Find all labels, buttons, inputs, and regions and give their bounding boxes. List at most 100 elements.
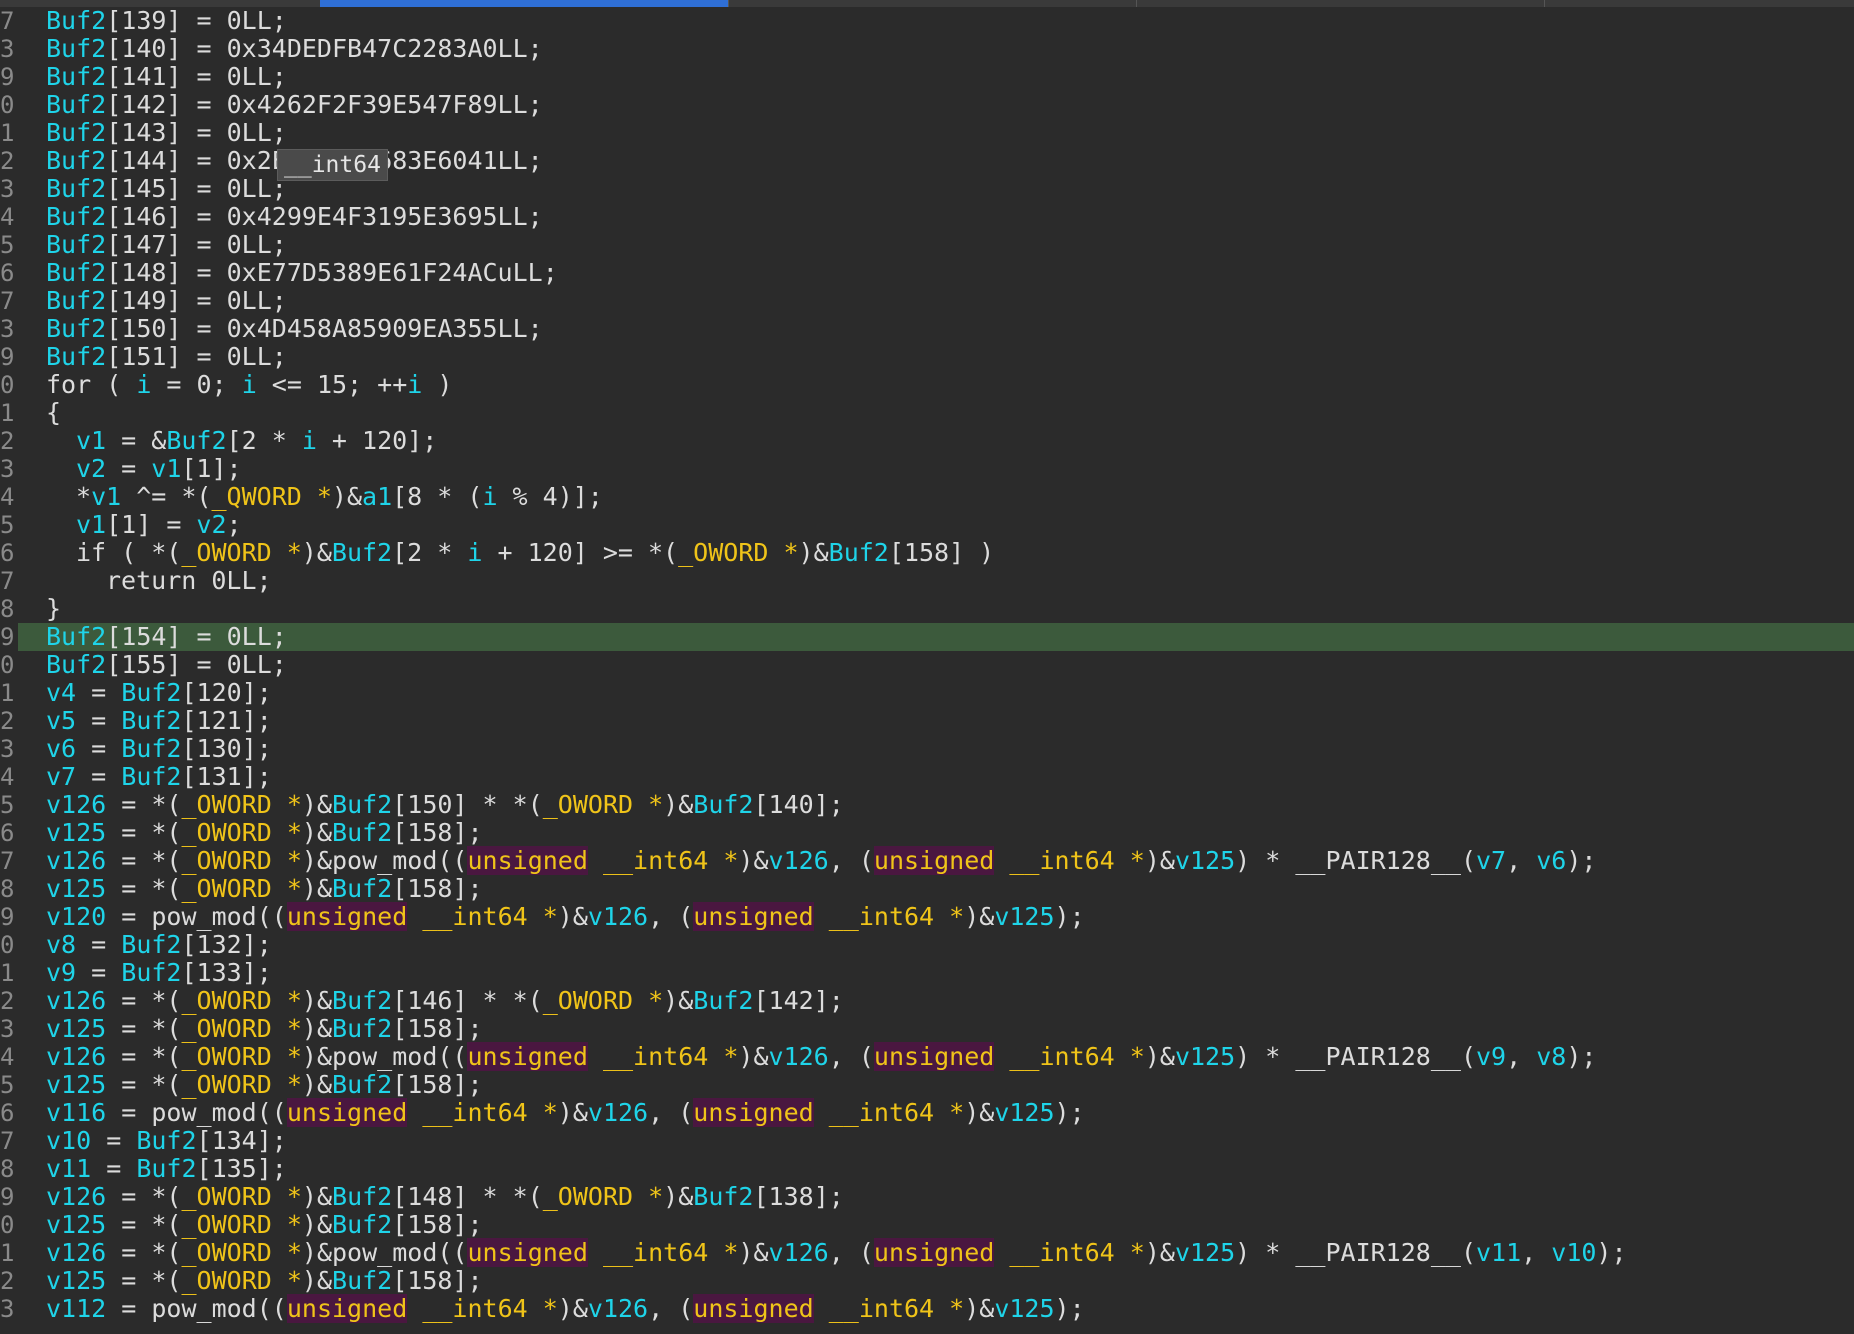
identifier-token[interactable]: Buf2: [46, 62, 106, 91]
identifier-token[interactable]: Buf2: [46, 342, 106, 371]
identifier-token[interactable]: v125: [1175, 846, 1235, 875]
identifier-token[interactable]: Buf2: [46, 650, 106, 679]
identifier-token[interactable]: v126: [588, 1294, 648, 1323]
identifier-token[interactable]: v7: [1476, 846, 1506, 875]
code-line[interactable]: for ( i = 0; i <= 15; ++i ): [18, 371, 1854, 399]
identifier-token[interactable]: v10: [1551, 1238, 1596, 1267]
identifier-token[interactable]: v125: [1175, 1238, 1235, 1267]
code-line[interactable]: *v1 ^= *(_QWORD *)&a1[8 * (i % 4)];: [18, 483, 1854, 511]
identifier-token[interactable]: Buf2: [693, 1182, 753, 1211]
identifier-token[interactable]: v125: [994, 1294, 1054, 1323]
identifier-token[interactable]: v8: [46, 930, 76, 959]
identifier-token[interactable]: Buf2: [829, 538, 889, 567]
code-line[interactable]: {: [18, 399, 1854, 427]
identifier-token[interactable]: Buf2: [332, 874, 392, 903]
code-line[interactable]: v6 = Buf2[130];: [18, 735, 1854, 763]
identifier-token[interactable]: Buf2: [121, 930, 181, 959]
identifier-token[interactable]: Buf2: [46, 174, 106, 203]
identifier-token[interactable]: Buf2: [46, 90, 106, 119]
identifier-token[interactable]: i: [242, 370, 257, 399]
identifier-token[interactable]: Buf2: [332, 790, 392, 819]
code-line[interactable]: v126 = *(_OWORD *)&Buf2[150] * *(_OWORD …: [18, 791, 1854, 819]
identifier-token[interactable]: v126: [46, 986, 106, 1015]
identifier-token[interactable]: v5: [46, 706, 76, 735]
code-line[interactable]: v112 = pow_mod((unsigned __int64 *)&v126…: [18, 1294, 1854, 1323]
code-line[interactable]: v125 = *(_OWORD *)&Buf2[158];: [18, 875, 1854, 903]
identifier-token[interactable]: v125: [1175, 1042, 1235, 1071]
code-line[interactable]: Buf2[140] = 0x34DEDFB47C2283A0LL;: [18, 35, 1854, 63]
code-line[interactable]: if ( *(_OWORD *)&Buf2[2 * i + 120] >= *(…: [18, 539, 1854, 567]
identifier-token[interactable]: v126: [46, 1042, 106, 1071]
identifier-token[interactable]: v2: [196, 510, 226, 539]
identifier-token[interactable]: Buf2: [693, 986, 753, 1015]
identifier-token[interactable]: Buf2: [46, 34, 106, 63]
identifier-token[interactable]: v10: [46, 1126, 91, 1155]
code-line[interactable]: v126 = *(_OWORD *)&pow_mod((unsigned __i…: [18, 1042, 1854, 1071]
identifier-token[interactable]: v7: [46, 762, 76, 791]
identifier-token[interactable]: v126: [46, 1182, 106, 1211]
identifier-token[interactable]: Buf2: [46, 118, 106, 147]
code-view[interactable]: Buf2[139] = 0LL; Buf2[140] = 0x34DEDFB47C…: [18, 7, 1854, 1323]
identifier-token[interactable]: Buf2: [121, 958, 181, 987]
identifier-token[interactable]: v126: [46, 1238, 106, 1267]
identifier-token[interactable]: v126: [769, 1042, 829, 1071]
identifier-token[interactable]: v6: [1536, 846, 1566, 875]
code-line[interactable]: v9 = Buf2[133];: [18, 959, 1854, 987]
code-line[interactable]: Buf2[143] = 0LL;: [18, 119, 1854, 147]
identifier-token[interactable]: v125: [994, 1098, 1054, 1127]
identifier-token[interactable]: v112: [46, 1294, 106, 1323]
identifier-token[interactable]: a1: [362, 482, 392, 511]
identifier-token[interactable]: v125: [46, 1014, 106, 1043]
code-line[interactable]: v125 = *(_OWORD *)&Buf2[158];: [18, 1267, 1854, 1295]
identifier-token[interactable]: Buf2: [46, 258, 106, 287]
code-line[interactable]: Buf2[147] = 0LL;: [18, 231, 1854, 259]
code-line[interactable]: v5 = Buf2[121];: [18, 707, 1854, 735]
identifier-token[interactable]: Buf2: [46, 286, 106, 315]
identifier-token[interactable]: Buf2: [46, 314, 106, 343]
identifier-token[interactable]: i: [482, 482, 497, 511]
identifier-token[interactable]: Buf2: [332, 538, 392, 567]
code-line[interactable]: v7 = Buf2[131];: [18, 763, 1854, 791]
identifier-token[interactable]: v2: [76, 454, 106, 483]
code-line[interactable]: Buf2[146] = 0x4299E4F3195E3695LL;: [18, 203, 1854, 231]
code-line[interactable]: Buf2[150] = 0x4D458A85909EA355LL;: [18, 315, 1854, 343]
identifier-token[interactable]: Buf2: [332, 1210, 392, 1239]
identifier-token[interactable]: Buf2: [46, 202, 106, 231]
identifier-token[interactable]: i: [407, 370, 422, 399]
identifier-token[interactable]: Buf2: [121, 762, 181, 791]
code-line[interactable]: Buf2[149] = 0LL;: [18, 287, 1854, 315]
identifier-token[interactable]: v126: [769, 1238, 829, 1267]
identifier-token[interactable]: Buf2: [332, 986, 392, 1015]
identifier-token[interactable]: v1: [91, 482, 121, 511]
identifier-token[interactable]: v120: [46, 902, 106, 931]
identifier-token[interactable]: Buf2: [166, 426, 226, 455]
identifier-token[interactable]: Buf2: [136, 1126, 196, 1155]
identifier-token[interactable]: i: [467, 538, 482, 567]
identifier-token[interactable]: v1: [151, 454, 181, 483]
code-line[interactable]: Buf2[151] = 0LL;: [18, 343, 1854, 371]
identifier-token[interactable]: v126: [46, 790, 106, 819]
identifier-token[interactable]: v9: [1476, 1042, 1506, 1071]
identifier-token[interactable]: v1: [76, 426, 106, 455]
identifier-token[interactable]: Buf2: [121, 706, 181, 735]
code-line[interactable]: v8 = Buf2[132];: [18, 931, 1854, 959]
identifier-token[interactable]: Buf2: [121, 734, 181, 763]
identifier-token[interactable]: v11: [1476, 1238, 1521, 1267]
identifier-token[interactable]: v9: [46, 958, 76, 987]
code-line[interactable]: v11 = Buf2[135];: [18, 1155, 1854, 1183]
identifier-token[interactable]: v4: [46, 678, 76, 707]
code-line[interactable]: v126 = *(_OWORD *)&pow_mod((unsigned __i…: [18, 1238, 1854, 1267]
code-line[interactable]: v126 = *(_OWORD *)&Buf2[146] * *(_OWORD …: [18, 987, 1854, 1015]
code-line[interactable]: v125 = *(_OWORD *)&Buf2[158];: [18, 1211, 1854, 1239]
identifier-token[interactable]: v126: [588, 902, 648, 931]
identifier-token[interactable]: v1: [76, 510, 106, 539]
active-tab-indicator[interactable]: [320, 0, 728, 7]
identifier-token[interactable]: v125: [994, 902, 1054, 931]
code-line[interactable]: Buf2[155] = 0LL;: [18, 651, 1854, 679]
code-line[interactable]: }: [18, 595, 1854, 623]
identifier-token[interactable]: i: [302, 426, 317, 455]
identifier-token[interactable]: Buf2: [332, 1070, 392, 1099]
identifier-token[interactable]: Buf2: [136, 1154, 196, 1183]
code-line[interactable]: v1[1] = v2;: [18, 511, 1854, 539]
identifier-token[interactable]: Buf2: [332, 1014, 392, 1043]
